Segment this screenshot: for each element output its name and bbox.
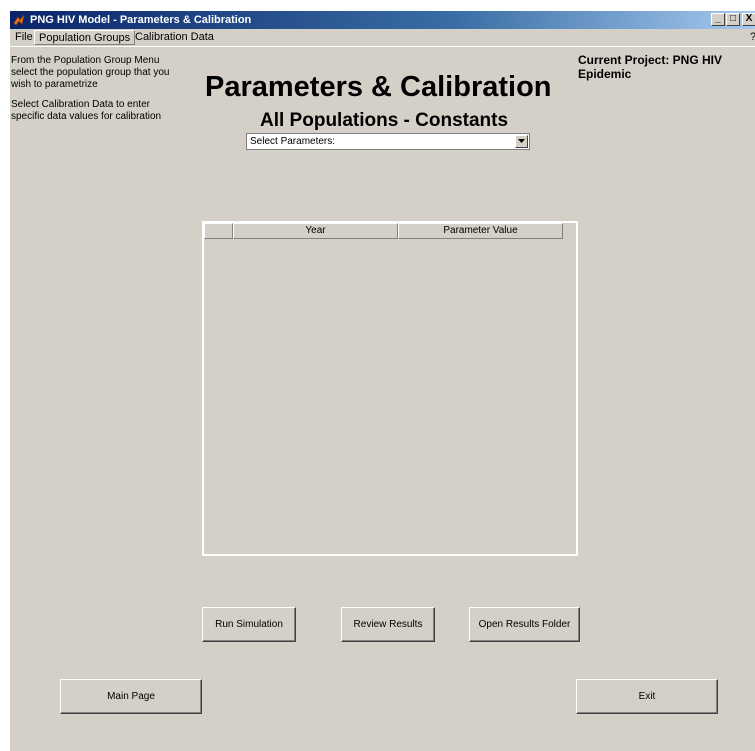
dropdown-arrow-icon[interactable] <box>515 135 528 148</box>
review-results-button[interactable]: Review Results <box>341 607 435 642</box>
menu-file[interactable]: File <box>11 30 37 45</box>
window-title: PNG HIV Model - Parameters & Calibration <box>30 14 252 26</box>
main-page-button[interactable]: Main Page <box>60 679 202 714</box>
column-header-year[interactable]: Year <box>233 223 398 239</box>
menu-calibration-data[interactable]: Calibration Data <box>131 30 218 45</box>
help-text-line: select the population group that you <box>11 67 170 78</box>
menu-help[interactable]: ? <box>746 30 755 45</box>
minimize-button[interactable]: _ <box>711 13 725 26</box>
column-header-parameter-value[interactable]: Parameter Value <box>398 223 563 239</box>
menu-bar: File Population Groups Calibration Data … <box>10 29 755 47</box>
help-text-line: wish to parametrize <box>11 79 98 90</box>
title-bar[interactable]: PNG HIV Model - Parameters & Calibration… <box>10 11 755 29</box>
run-simulation-button[interactable]: Run Simulation <box>202 607 296 642</box>
page-subtitle: All Populations - Constants <box>260 110 509 131</box>
restore-button[interactable]: □ <box>726 13 740 26</box>
matlab-app-icon <box>13 14 25 26</box>
help-text-line: specific data values for calibration <box>11 111 162 122</box>
parameter-select[interactable]: Select Parameters: <box>246 133 530 150</box>
open-results-folder-button[interactable]: Open Results Folder <box>469 607 580 642</box>
application-window: PNG HIV Model - Parameters & Calibration… <box>9 10 755 751</box>
current-project-name: Epidemic <box>578 67 632 81</box>
parameter-table[interactable]: Year Parameter Value <box>202 221 578 556</box>
current-project-label: Current Project: PNG HIV <box>578 53 723 67</box>
page-title: Parameters & Calibration <box>205 71 552 103</box>
menu-population-groups[interactable]: Population Groups <box>34 30 136 45</box>
close-button[interactable]: X <box>742 13 755 26</box>
table-corner-header <box>204 223 233 239</box>
exit-button[interactable]: Exit <box>576 679 718 714</box>
help-text-line: From the Population Group Menu <box>11 55 160 66</box>
help-text-line: Select Calibration Data to enter <box>11 99 150 110</box>
parameter-select-value: Select Parameters: <box>250 136 336 147</box>
